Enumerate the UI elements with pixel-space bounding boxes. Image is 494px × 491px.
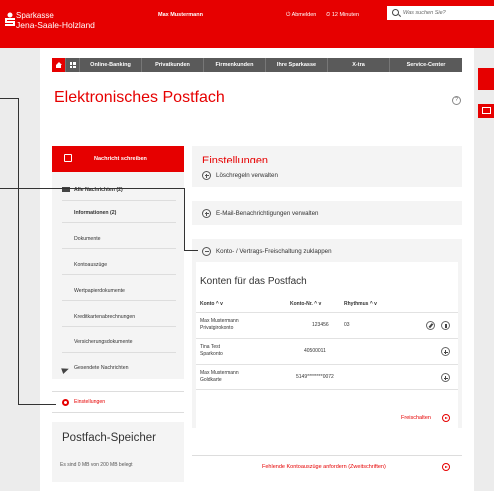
arrow-right-icon[interactable]: [442, 463, 450, 471]
panel-loeschregeln-label: Löschregeln verwalten: [216, 172, 278, 179]
row-name: Max Mustermann: [200, 318, 239, 324]
add-icon[interactable]: [441, 373, 450, 382]
nav-service-center[interactable]: Service-Center: [390, 58, 462, 72]
table-row: Max Mustermann Goldkarte 5149********007…: [196, 364, 458, 390]
bank-name: Sparkasse: [16, 11, 54, 20]
home-icon: [55, 61, 62, 68]
search-input[interactable]: Was suchen Sie?: [387, 6, 494, 20]
delete-icon[interactable]: [441, 321, 450, 330]
compose-label: Nachricht schreiben: [94, 156, 147, 162]
edit-icon[interactable]: [426, 321, 435, 330]
sidebar-item-versicherungsdokumente[interactable]: Versicherungsdokumente: [74, 339, 133, 345]
row-nr: 5149********0072: [296, 374, 334, 380]
divider: [62, 352, 176, 353]
sidebar-item-settings[interactable]: Einstellungen: [74, 399, 105, 405]
main-navigation: Online-Banking Privatkunden Firmenkunden…: [52, 58, 462, 72]
row-name: Tina Test: [200, 344, 221, 350]
storage-text: Es sind 0 MB von 200 MB belegt: [60, 462, 133, 468]
page-title: Elektronisches Postfach: [54, 89, 225, 106]
side-tab-mail[interactable]: [478, 104, 494, 118]
sidebar-item-sent[interactable]: Gesendete Nachrichten: [74, 365, 129, 371]
row-type: Goldkarte: [200, 377, 222, 383]
sidebar-item-kontoauszuege[interactable]: Kontoauszüge: [74, 262, 107, 268]
bank-region: Jena-Saale-Holzland: [16, 20, 95, 30]
storage-title: Postfach-Speicher: [62, 432, 156, 444]
table-row: Tina Test Sparkonto 40500011: [196, 338, 458, 364]
user-name[interactable]: Max Mustermann: [158, 12, 203, 18]
divider: [62, 222, 176, 223]
top-bar: Sparkasse Jena-Saale-Holzland Max Muster…: [0, 0, 494, 48]
help-icon[interactable]: ?: [452, 96, 461, 105]
panel-loeschregeln[interactable]: Löschregeln verwalten: [192, 163, 462, 187]
nav-firmenkunden[interactable]: Firmenkunden: [204, 58, 266, 72]
logout-link[interactable]: ⏻ Abmelden: [286, 12, 316, 19]
row-nr: 40500011: [304, 348, 326, 354]
freischalten-link[interactable]: Freischalten: [401, 415, 431, 421]
divider: [62, 274, 176, 275]
compose-icon: [64, 154, 72, 162]
divider: [62, 300, 176, 301]
settings-box: [52, 391, 184, 413]
envelope-icon: [482, 107, 491, 114]
nav-privatkunden[interactable]: Privatkunden: [142, 58, 204, 72]
sidebar-item-kreditkartenabrechnungen[interactable]: Kreditkartenabrechnungen: [74, 314, 135, 320]
row-type: Privatgirokonto: [200, 325, 234, 331]
sidebar-item-informationen[interactable]: Informationen (2): [74, 210, 116, 216]
row-name: Max Mustermann: [200, 370, 239, 376]
arrow-right-icon[interactable]: [442, 414, 450, 422]
divider: [62, 200, 176, 201]
sidebar-item-wertpapierdokumente[interactable]: Wertpapierdokumente: [74, 288, 125, 294]
panel-email-notifications[interactable]: E-Mail-Benachrichtigungen verwalten: [192, 201, 462, 225]
column-header-rhythmus[interactable]: Rhythmus ^ v: [344, 301, 377, 307]
home-button[interactable]: [52, 58, 66, 72]
storage-panel: [52, 422, 184, 482]
column-header-konto-nr[interactable]: Konto-Nr. ^ v: [290, 301, 321, 307]
row-nr: 123456: [312, 322, 329, 328]
row-type: Sparkonto: [200, 351, 223, 357]
nav-online-banking[interactable]: Online-Banking: [80, 58, 142, 72]
annotation-line: [18, 404, 56, 405]
sidebar-item-dokumente[interactable]: Dokumente: [74, 236, 101, 242]
annotation-line: [184, 188, 185, 250]
missing-statements-link[interactable]: Fehlende Kontoauszüge anfordern (Zweitsc…: [262, 464, 386, 470]
apps-button[interactable]: [66, 58, 80, 72]
divider: [62, 326, 176, 327]
side-tab-login[interactable]: [478, 68, 494, 90]
panel-freischaltung-label[interactable]: Konto- / Vertrags-Freischaltung zuklappe…: [216, 248, 332, 255]
nav-ihre-sparkasse[interactable]: Ihre Sparkasse: [266, 58, 328, 72]
column-header-konto[interactable]: Konto ^ v: [200, 301, 223, 307]
annotation-line: [184, 250, 198, 251]
search-icon: [392, 9, 399, 16]
konten-title: Konten für das Postfach: [200, 276, 307, 287]
sparkasse-logo-icon: [5, 12, 15, 26]
expand-icon: [202, 171, 211, 180]
divider: [62, 248, 176, 249]
annotation-line: [18, 98, 19, 404]
annotation-line: [0, 188, 184, 189]
gear-icon: [62, 399, 69, 406]
table-row: Max Mustermann Privatgirokonto 123456 03: [196, 312, 458, 338]
add-icon[interactable]: [441, 347, 450, 356]
annotation-line: [0, 98, 18, 99]
compose-button[interactable]: Nachricht schreiben: [52, 146, 184, 172]
row-rhythm: 03: [344, 322, 350, 328]
collapse-icon[interactable]: [202, 247, 211, 256]
grid-icon: [69, 62, 76, 68]
search-placeholder: Was suchen Sie?: [403, 10, 446, 16]
nav-x-tra[interactable]: X-tra: [328, 58, 390, 72]
panel-email-label: E-Mail-Benachrichtigungen verwalten: [216, 210, 319, 217]
expand-icon: [202, 209, 211, 218]
session-timer: ⏲ 12 Minuten: [326, 12, 360, 18]
